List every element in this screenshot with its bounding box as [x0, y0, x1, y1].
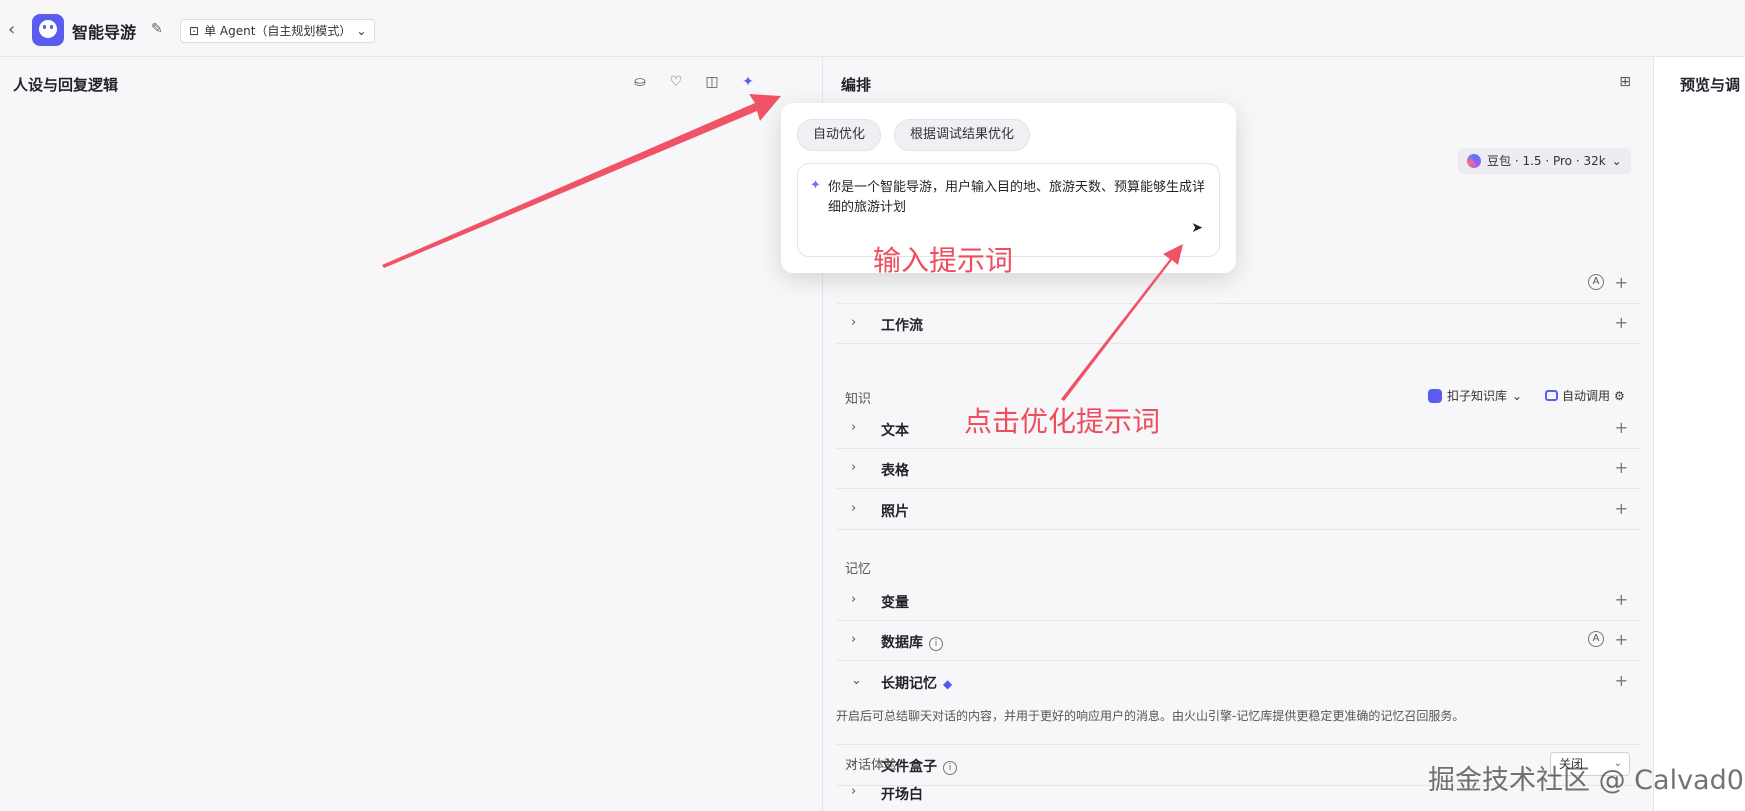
auto-a-icon[interactable]: A	[1588, 631, 1604, 647]
chevron-right-icon: ›	[851, 501, 857, 516]
app-title: 智能导游	[72, 23, 137, 42]
plus-icon[interactable]: +	[1615, 273, 1628, 292]
table-label: 表格	[881, 463, 909, 479]
knowledge-text-row[interactable]: › 文本 +	[837, 409, 1640, 449]
agent-icon: ⊡	[189, 24, 200, 38]
knowledge-section-label: 知识	[845, 392, 872, 407]
plus-icon[interactable]: +	[1615, 671, 1628, 690]
auto-call-label: 自动调用	[1562, 389, 1611, 403]
kb-selector-label: 扣子知识库	[1447, 389, 1508, 403]
plus-icon[interactable]: +	[1615, 590, 1628, 609]
annotation-input-prompt: 输入提示词	[873, 244, 1014, 277]
info-icon[interactable]: i	[929, 637, 943, 651]
plus-icon[interactable]: +	[1615, 630, 1628, 649]
long-memory-description: 开启后可总结聊天对话的内容，并用于更好的响应用户的消息。由火山引擎-记忆库提供更…	[836, 709, 1465, 723]
plus-icon[interactable]: +	[1615, 418, 1628, 437]
workflow-row[interactable]: › 工作流 +	[837, 304, 1640, 344]
debug-optimize-button[interactable]: 根据调试结果优化	[894, 119, 1031, 151]
text-label: 文本	[881, 423, 909, 439]
long-memory-row[interactable]: ⌄ 长期记忆 ◆ +	[837, 662, 1640, 702]
grid-icon[interactable]: ⊞	[1619, 74, 1631, 90]
database-label-wrap: 数据库 i	[881, 632, 943, 652]
settings-icon: ⚙	[1614, 388, 1625, 403]
knowledge-base-icon	[1428, 388, 1442, 403]
database-row[interactable]: › 数据库 i A +	[837, 621, 1640, 661]
plus-icon[interactable]: +	[1615, 313, 1628, 332]
chevron-left-icon[interactable]: ‹	[8, 19, 15, 40]
knowledge-base-selector[interactable]: 扣子知识库 ⌄	[1428, 387, 1522, 404]
knowledge-table-row[interactable]: › 表格 +	[837, 449, 1640, 489]
plus-icon[interactable]: +	[1615, 458, 1628, 477]
dialogue-section-label: 对话体验	[845, 758, 898, 773]
template-icon[interactable]: ⛀	[631, 73, 649, 91]
chevron-down-icon: ⌄	[851, 673, 862, 688]
persona-title: 人设与回复逻辑	[13, 76, 119, 94]
optimize-sparkle-icon[interactable]: ✦	[739, 73, 757, 91]
split-view-icon[interactable]: ◫	[703, 73, 721, 91]
chevron-right-icon: ›	[851, 784, 857, 799]
prompt-text: 你是一个智能导游，用户输入目的地、旅游天数、预算能够生成详细的旅游计划	[828, 180, 1206, 215]
workflow-label: 工作流	[881, 318, 923, 334]
chevron-down-icon: ⌄	[1611, 154, 1622, 168]
preview-title: 预览与调	[1680, 76, 1741, 94]
chevron-down-icon: ⌄	[356, 24, 367, 38]
lightbulb-icon[interactable]: ♡	[667, 73, 685, 91]
send-icon[interactable]: ➤	[1191, 220, 1203, 236]
knowledge-photo-row[interactable]: › 照片 +	[837, 490, 1640, 530]
chevron-right-icon: ›	[851, 592, 857, 607]
robot-icon	[1545, 390, 1558, 401]
chevron-right-icon: ›	[851, 420, 857, 435]
chevron-right-icon: ›	[851, 460, 857, 475]
edit-icon[interactable]: ✎	[151, 21, 163, 37]
app-avatar	[32, 14, 64, 46]
auto-optimize-button[interactable]: 自动优化	[797, 119, 882, 151]
plus-icon[interactable]: +	[1615, 499, 1628, 518]
auto-call-selector[interactable]: 自动调用 ⚙	[1545, 387, 1625, 404]
long-memory-label-wrap: 长期记忆 ◆	[881, 673, 952, 693]
orchestration-title: 编排	[841, 76, 872, 94]
photo-label: 照片	[881, 504, 909, 520]
premium-diamond-icon: ◆	[943, 677, 953, 691]
variables-label: 变量	[881, 595, 909, 611]
annotation-click-optimize: 点击优化提示词	[964, 405, 1161, 438]
model-selector[interactable]: 豆包 · 1.5 · Pro · 32k ⌄	[1458, 148, 1631, 174]
memory-section-label: 记忆	[845, 562, 872, 577]
watermark: 掘金技术社区 @ Calvad0s	[1428, 765, 1745, 796]
agent-mode-selector[interactable]: ⊡ 单 Agent（自主规划模式） ⌄	[180, 19, 376, 43]
long-memory-label: 长期记忆	[881, 676, 937, 692]
sparkle-icon: ✦	[810, 178, 821, 193]
persona-panel: 人设与回复逻辑 ⛀ ♡ ◫ ✦	[0, 57, 823, 811]
chevron-down-icon: ⌄	[1512, 388, 1523, 403]
chevron-right-icon: ›	[851, 632, 857, 647]
variables-row[interactable]: › 变量 +	[837, 581, 1640, 621]
database-label: 数据库	[881, 635, 923, 651]
agent-mode-label: 单 Agent（自主规划模式）	[204, 24, 352, 38]
auto-a-icon[interactable]: A	[1588, 274, 1604, 290]
model-label: 豆包 · 1.5 · Pro · 32k	[1487, 154, 1606, 168]
opening-label: 开场白	[881, 787, 923, 803]
doubao-model-icon	[1467, 154, 1481, 168]
chevron-right-icon: ›	[851, 315, 857, 330]
top-bar: ‹ 智能导游 ✎ ⊡ 单 Agent（自主规划模式） ⌄	[0, 0, 1745, 57]
preview-panel: 预览与调	[1654, 57, 1745, 811]
